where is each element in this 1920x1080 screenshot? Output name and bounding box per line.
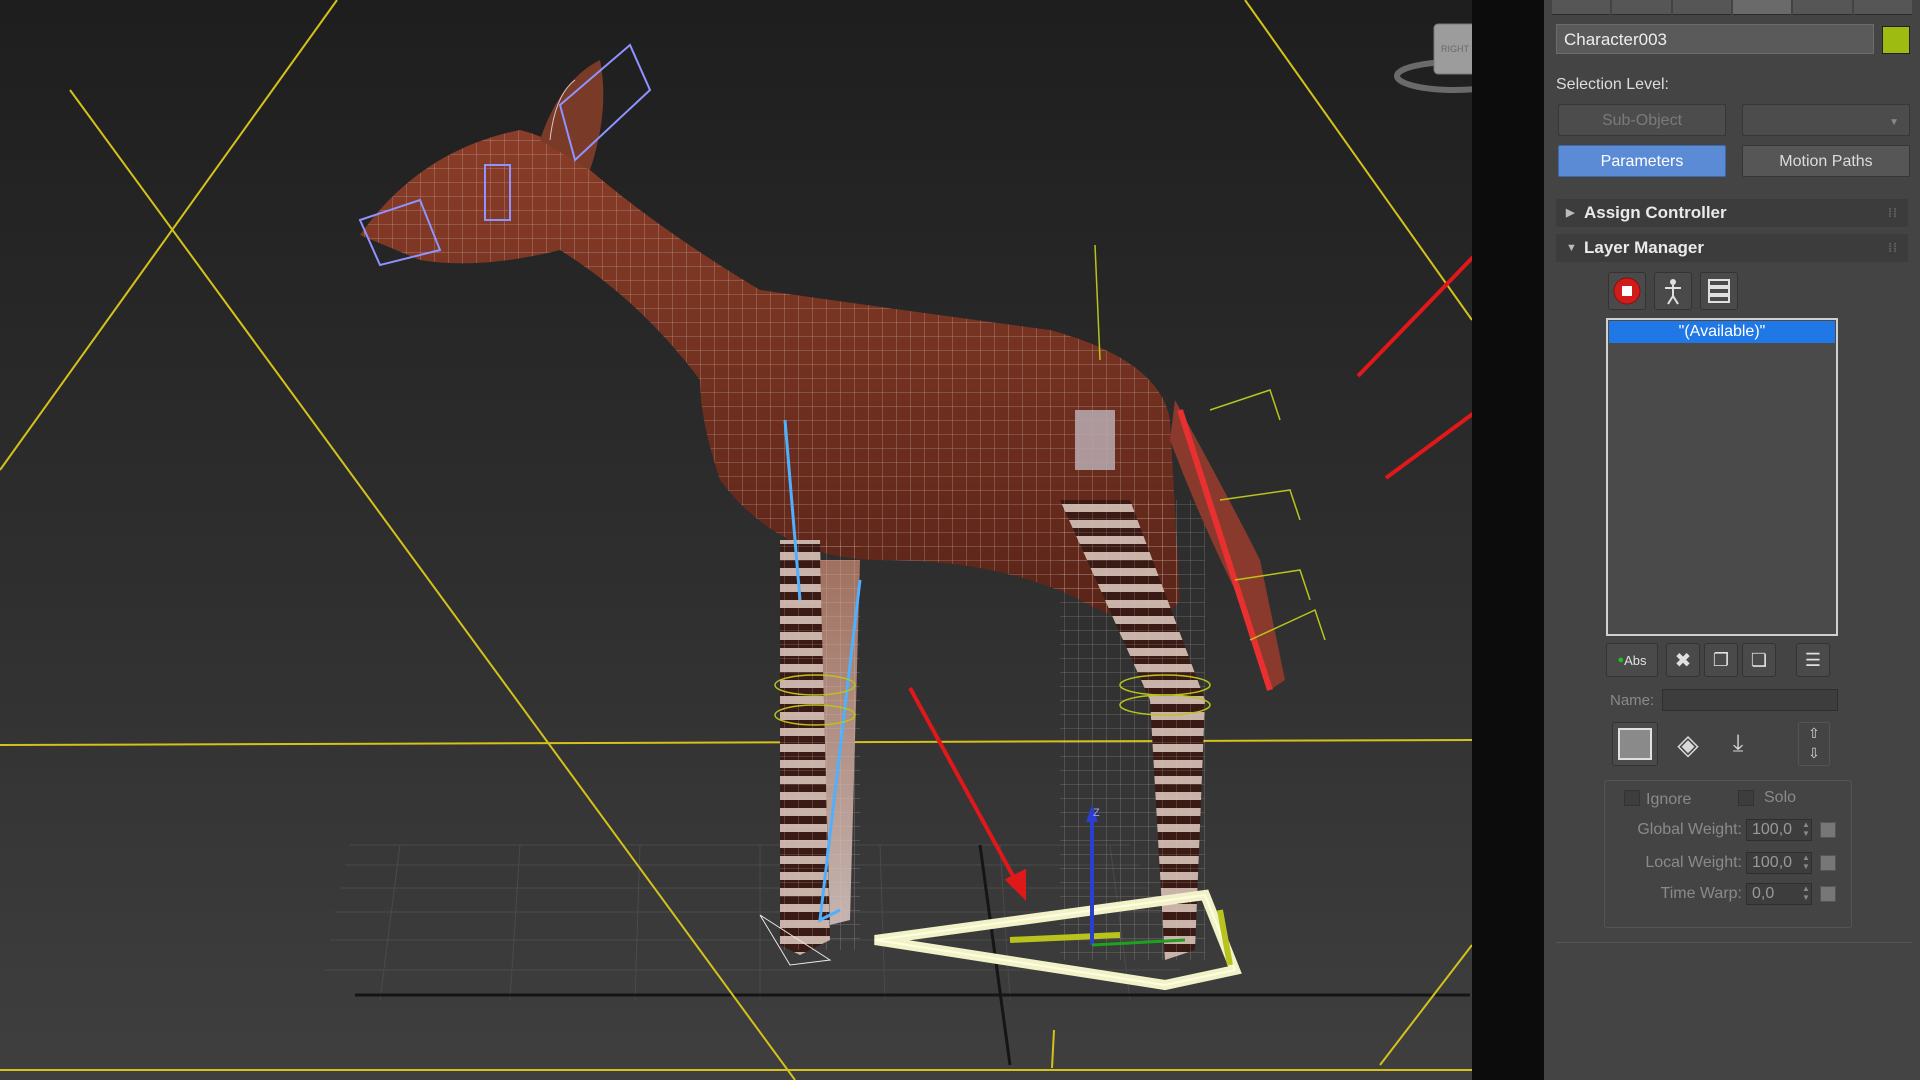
command-panel: Character003 Selection Level: Sub-Object… xyxy=(1544,0,1920,1080)
local-weight-label: Local Weight: xyxy=(1645,854,1742,871)
view-cube-label: RIGHT xyxy=(1441,44,1470,54)
selection-level-label: Selection Level: xyxy=(1556,76,1669,93)
save-layer-icon: ⤓ xyxy=(1732,730,1744,757)
key-button[interactable]: ◈ xyxy=(1666,722,1710,766)
rollout-grip-icon[interactable]: ⁞⁞ xyxy=(1888,199,1898,227)
tab-create[interactable] xyxy=(1552,0,1611,15)
active-layer-icon xyxy=(1618,728,1652,760)
time-warp-label: Time Warp: xyxy=(1660,885,1742,902)
layer-name-field[interactable] xyxy=(1662,689,1838,711)
copy-layer-button[interactable]: ❐ xyxy=(1704,643,1738,677)
viewport-scene xyxy=(0,0,1472,1080)
assign-controller-rollout[interactable]: ▶ Assign Controller ⁞⁞ xyxy=(1556,199,1908,227)
global-weight-curve-button[interactable] xyxy=(1820,822,1836,838)
sub-object-button[interactable]: Sub-Object xyxy=(1558,104,1726,136)
name-label: Name: xyxy=(1610,692,1655,709)
viewport-border xyxy=(1472,0,1544,1080)
tab-display[interactable] xyxy=(1793,0,1852,15)
view-cube[interactable]: RIGHT xyxy=(1390,20,1472,100)
ignore-label: Ignore xyxy=(1646,791,1692,808)
sub-object-dropdown[interactable]: ▼ xyxy=(1742,104,1910,136)
gizmo-z-label: Z xyxy=(1093,807,1100,819)
camera-frustum xyxy=(0,0,1472,1080)
local-weight-spinner[interactable]: ▲ ▼ xyxy=(1802,853,1810,871)
layer-manager-rollout[interactable]: ▼ Layer Manager ⁞⁞ xyxy=(1556,234,1908,262)
collapse-layer-button[interactable]: ☰ xyxy=(1796,643,1830,677)
new-layer-abs-button[interactable]: ● Abs xyxy=(1606,643,1658,677)
copy-layer-icon: ❐ xyxy=(1712,649,1730,670)
collapse-layer-icon: ☰ xyxy=(1804,649,1822,670)
paste-layer-button[interactable]: ❏ xyxy=(1742,643,1776,677)
tab-hierarchy[interactable] xyxy=(1672,0,1731,15)
key-icon: ◈ xyxy=(1677,728,1699,760)
expand-triangle-icon: ▶ xyxy=(1566,207,1575,219)
time-warp-spinner[interactable]: ▲ ▼ xyxy=(1802,884,1810,902)
delete-layer-button[interactable]: ✖ xyxy=(1666,643,1700,677)
rollout-grip-icon[interactable]: ⁞⁞ xyxy=(1888,234,1898,262)
global-weight-spinner[interactable]: ▲ ▼ xyxy=(1802,820,1810,838)
ignore-checkbox[interactable] xyxy=(1624,790,1640,806)
object-name-field[interactable]: Character003 xyxy=(1556,24,1874,54)
save-layer-button[interactable]: ⤓ xyxy=(1716,722,1760,766)
command-panel-tabs xyxy=(1552,0,1912,16)
biped-button[interactable] xyxy=(1654,272,1692,310)
new-layer-icon: ● xyxy=(1617,654,1625,666)
layer-manager-title: Layer Manager xyxy=(1584,238,1704,257)
panel-divider xyxy=(1556,942,1912,943)
tab-modify[interactable] xyxy=(1612,0,1671,15)
assign-controller-title: Assign Controller xyxy=(1584,203,1727,222)
layer-list-item[interactable]: "(Available)" xyxy=(1609,321,1835,343)
okapi-mesh xyxy=(358,43,1326,966)
delete-layer-icon: ✖ xyxy=(1674,649,1692,672)
floor-grid xyxy=(325,844,1180,1001)
record-icon xyxy=(1613,277,1641,305)
move-up-icon[interactable]: ⇧ xyxy=(1799,723,1829,743)
perspective-viewport[interactable]: RIGHT Z xyxy=(0,0,1472,1080)
object-color-swatch[interactable] xyxy=(1882,26,1910,54)
time-warp-curve-button[interactable] xyxy=(1820,886,1836,902)
record-button[interactable] xyxy=(1608,272,1646,310)
solo-label: Solo xyxy=(1764,789,1797,806)
abs-label: Abs xyxy=(1624,652,1647,668)
tab-utilities[interactable] xyxy=(1853,0,1912,15)
biped-icon xyxy=(1665,279,1681,305)
layer-order-group: ⇧ ⇩ xyxy=(1798,722,1830,766)
local-weight-curve-button[interactable] xyxy=(1820,855,1836,871)
motion-paths-button[interactable]: Motion Paths xyxy=(1742,145,1910,177)
move-down-icon[interactable]: ⇩ xyxy=(1799,743,1829,763)
parameters-button[interactable]: Parameters xyxy=(1558,145,1726,177)
chevron-down-icon: ▼ xyxy=(1889,117,1899,128)
collapse-triangle-icon: ▼ xyxy=(1566,242,1577,254)
layer-stack-button[interactable] xyxy=(1700,272,1738,310)
paste-layer-icon: ❏ xyxy=(1750,649,1768,670)
layer-stack-icon xyxy=(1708,279,1730,303)
active-layer-button[interactable] xyxy=(1612,722,1658,766)
layer-list[interactable]: "(Available)" xyxy=(1606,318,1838,636)
tab-motion[interactable] xyxy=(1732,0,1792,15)
solo-checkbox[interactable] xyxy=(1738,790,1754,806)
global-weight-label: Global Weight: xyxy=(1637,821,1742,838)
